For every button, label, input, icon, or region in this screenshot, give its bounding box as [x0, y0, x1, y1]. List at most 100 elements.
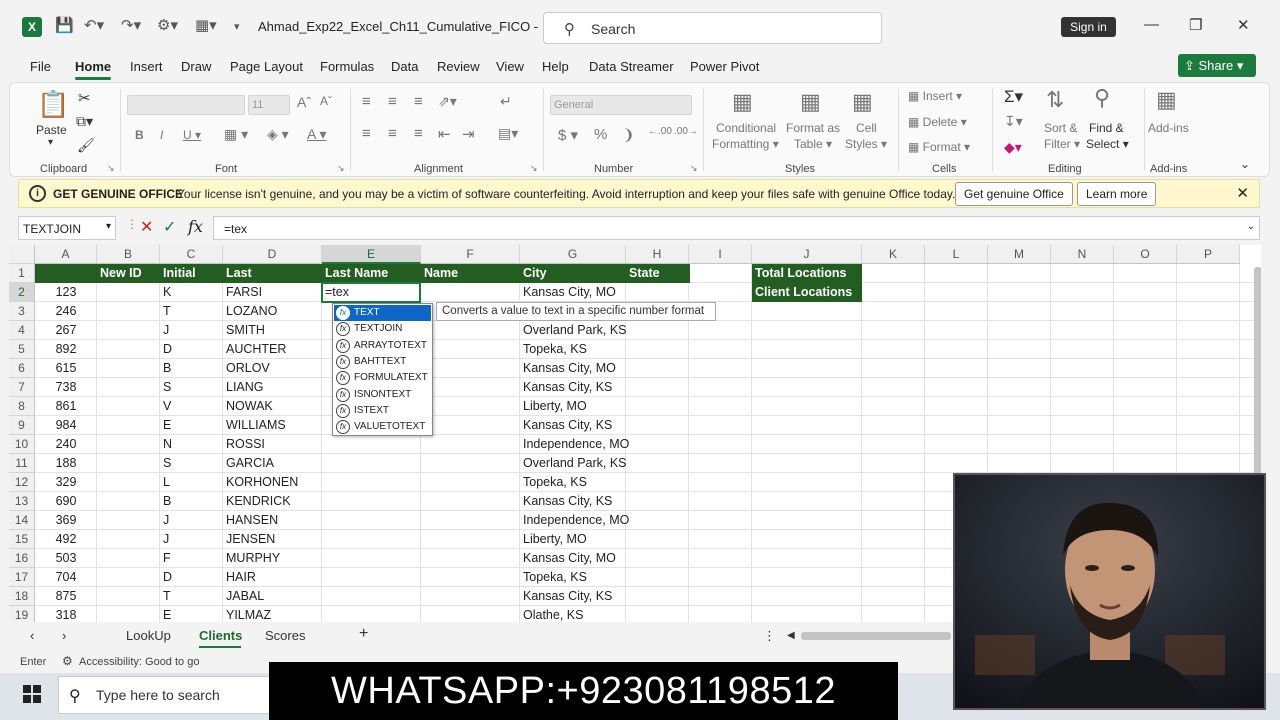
- align-bottom-icon[interactable]: ≡: [414, 93, 423, 110]
- cell-styles-label[interactable]: Cell: [856, 121, 877, 135]
- cell-c[interactable]: V: [160, 397, 171, 416]
- cell-d[interactable]: YILMAZ: [223, 606, 271, 622]
- customize-qat-icon[interactable]: ▾: [234, 20, 240, 33]
- tab-insert[interactable]: Insert: [130, 59, 163, 74]
- cell-d[interactable]: KENDRICK: [223, 492, 291, 511]
- accessibility-status[interactable]: Accessibility: Good to go: [79, 656, 199, 668]
- cell-a[interactable]: 984: [35, 416, 97, 435]
- cell-g[interactable]: Kansas City, MO: [520, 549, 616, 568]
- comma-icon[interactable]: ❩: [622, 126, 635, 144]
- cell-g[interactable]: Kansas City, MO: [520, 283, 616, 302]
- share-button[interactable]: ⇪ Share ▾: [1178, 54, 1256, 77]
- row-header[interactable]: 1: [9, 264, 35, 283]
- close-icon[interactable]: ✕: [1237, 16, 1250, 34]
- tab-data-streamer[interactable]: Data Streamer: [589, 59, 674, 74]
- cell-g[interactable]: Liberty, MO: [520, 530, 587, 549]
- cell-d[interactable]: JENSEN: [223, 530, 275, 549]
- row-header[interactable]: 15: [9, 530, 35, 549]
- find-select-icon[interactable]: ⚲: [1094, 85, 1110, 111]
- number-format-select[interactable]: General: [550, 95, 692, 115]
- cut-icon[interactable]: ✂: [78, 89, 91, 107]
- cell-c[interactable]: J: [160, 530, 169, 549]
- next-sheet-icon[interactable]: ›: [62, 628, 66, 643]
- row-header[interactable]: 5: [9, 340, 35, 359]
- header-cell-h[interactable]: State: [626, 264, 660, 283]
- cell-a[interactable]: 875: [35, 587, 97, 606]
- cell-c[interactable]: E: [160, 606, 171, 622]
- cell-d[interactable]: WILLIAMS: [223, 416, 286, 435]
- column-header-k[interactable]: K: [862, 245, 925, 264]
- collapse-ribbon-icon[interactable]: ⌄: [1240, 157, 1250, 171]
- column-header-o[interactable]: O: [1114, 245, 1177, 264]
- wrap-text-icon[interactable]: ↵: [500, 93, 512, 110]
- format-painter-brush-icon[interactable]: 🖌: [77, 137, 95, 154]
- client-locations-cell[interactable]: Client Locations: [752, 283, 852, 302]
- column-header-a[interactable]: A: [35, 245, 97, 264]
- select-all-corner[interactable]: [9, 245, 35, 264]
- cell-d[interactable]: LOZANO: [223, 302, 277, 321]
- cell-c[interactable]: T: [160, 302, 171, 321]
- clipboard-launcher-icon[interactable]: ↘: [107, 163, 115, 174]
- header-cell-d[interactable]: Last: [223, 264, 252, 283]
- conditional-formatting-label[interactable]: Conditional: [716, 121, 776, 135]
- tab-help[interactable]: Help: [542, 59, 569, 74]
- row-header[interactable]: 11: [9, 454, 35, 473]
- align-left-icon[interactable]: ≡: [362, 125, 371, 142]
- cell-d[interactable]: ROSSI: [223, 435, 265, 454]
- autocomplete-item[interactable]: fx ARRAYTOTEXT: [334, 338, 431, 354]
- add-ins-button-label[interactable]: Add-ins: [1148, 121, 1189, 135]
- cell-a[interactable]: 240: [35, 435, 97, 454]
- tab-page-layout[interactable]: Page Layout: [230, 59, 303, 74]
- decrease-font-icon[interactable]: Aˇ: [320, 94, 332, 108]
- increase-indent-icon[interactable]: ⇥: [462, 125, 475, 143]
- cancel-icon[interactable]: ✕: [140, 217, 153, 237]
- cell-g[interactable]: Overland Park, KS: [520, 321, 627, 340]
- autocomplete-item[interactable]: fx ISTEXT: [334, 403, 431, 419]
- cell-d[interactable]: LIANG: [223, 378, 264, 397]
- autocomplete-item[interactable]: fx VALUETOTEXT: [334, 419, 431, 435]
- get-genuine-office-button[interactable]: Get genuine Office: [955, 182, 1073, 206]
- align-middle-icon[interactable]: ≡: [388, 93, 397, 110]
- row-header[interactable]: 18: [9, 587, 35, 606]
- cell-a[interactable]: 503: [35, 549, 97, 568]
- cell-d[interactable]: AUCHTER: [223, 340, 286, 359]
- more-options-icon[interactable]: ⋮: [763, 628, 776, 644]
- cell-d[interactable]: KORHONEN: [223, 473, 298, 492]
- add-sheet-icon[interactable]: +: [359, 625, 368, 643]
- sort-filter-label-2[interactable]: Filter ▾: [1044, 137, 1080, 151]
- column-header-l[interactable]: L: [925, 245, 988, 264]
- tab-power-pivot[interactable]: Power Pivot: [690, 59, 759, 74]
- cell-g[interactable]: Topeka, KS: [520, 568, 587, 587]
- clear-icon[interactable]: ◆▾: [1004, 139, 1022, 156]
- name-box[interactable]: TEXTJOIN ▾: [18, 216, 116, 240]
- minimize-icon[interactable]: —: [1144, 16, 1159, 33]
- header-cell-c[interactable]: Initial: [160, 264, 196, 283]
- paste-label[interactable]: Paste: [36, 123, 67, 137]
- cell-g[interactable]: Liberty, MO: [520, 397, 587, 416]
- redo-icon[interactable]: ↷▾: [121, 16, 141, 34]
- cell-c[interactable]: S: [160, 454, 171, 473]
- cell-c[interactable]: T: [160, 587, 171, 606]
- row-header[interactable]: 16: [9, 549, 35, 568]
- row-header[interactable]: 17: [9, 568, 35, 587]
- undo-icon[interactable]: ↶▾: [84, 16, 104, 34]
- cell-c[interactable]: K: [160, 283, 171, 302]
- header-cell-g[interactable]: City: [520, 264, 547, 283]
- bold-icon[interactable]: B: [135, 128, 144, 142]
- sheet-tab-lookup[interactable]: LookUp: [126, 628, 171, 643]
- cell-a[interactable]: 704: [35, 568, 97, 587]
- row-header[interactable]: 8: [9, 397, 35, 416]
- chevron-down-icon[interactable]: ▾: [106, 221, 111, 232]
- fill-color-icon[interactable]: ◈ ▾: [267, 126, 289, 143]
- conditional-formatting-icon[interactable]: ▦: [732, 89, 753, 115]
- cell-a[interactable]: 690: [35, 492, 97, 511]
- cell-c[interactable]: D: [160, 340, 172, 359]
- cell-a[interactable]: 246: [35, 302, 97, 321]
- cell-c[interactable]: L: [160, 473, 170, 492]
- cell-a[interactable]: 492: [35, 530, 97, 549]
- tab-formulas[interactable]: Formulas: [320, 59, 374, 74]
- vertical-scrollbar[interactable]: [1254, 267, 1261, 477]
- cell-c[interactable]: F: [160, 549, 171, 568]
- cell-a[interactable]: 861: [35, 397, 97, 416]
- insert-function-icon[interactable]: fx: [188, 217, 203, 236]
